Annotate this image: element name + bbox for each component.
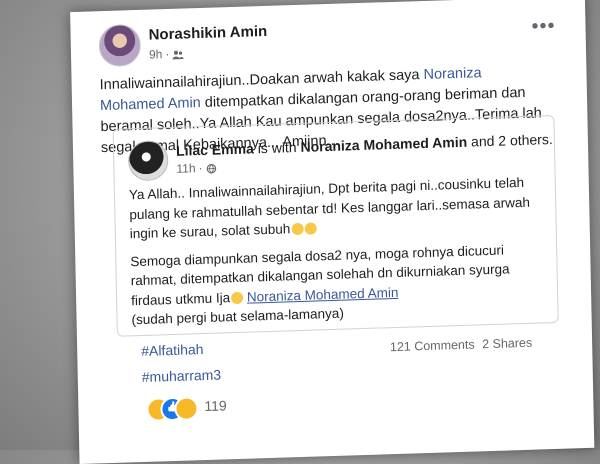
- reactions-count[interactable]: 119: [204, 397, 227, 414]
- shared-author-name[interactable]: Lilac Emma: [176, 140, 254, 158]
- tagged-name[interactable]: Noraniza Mohamed Amin: [300, 134, 467, 155]
- shared-author-avatar[interactable]: [128, 140, 169, 181]
- comments-count[interactable]: 121 Comments: [390, 338, 475, 355]
- post-header: Norashikin Amin 9h·: [98, 25, 99, 71]
- hashtag-alfatihah[interactable]: #Alfatihah: [141, 338, 221, 362]
- shared-post[interactable]: Lilac Emma is with Noraniza Mohamed Amin…: [113, 115, 559, 337]
- author-avatar[interactable]: [98, 24, 141, 67]
- hashtag-muharram3[interactable]: #muharram3: [142, 364, 222, 388]
- shared-post-time[interactable]: 11h: [176, 161, 195, 176]
- crying-emoji-icon: [231, 292, 243, 304]
- shared-post-text: Ya Allah.. Innaliwainnailahirajiun, Dpt …: [129, 172, 547, 338]
- shares-count[interactable]: 2 Shares: [482, 336, 532, 352]
- and-others-text[interactable]: and 2 others.: [467, 131, 553, 150]
- shared-para-1-text: Ya Allah.. Innaliwainnailahirajiun, Dpt …: [129, 175, 530, 241]
- hashtag-list: #Alfatihah #muharram3: [141, 338, 221, 392]
- meta-separator: ·: [165, 47, 169, 61]
- shared-para-1: Ya Allah.. Innaliwainnailahirajiun, Dpt …: [129, 172, 545, 244]
- shared-author-line: Lilac Emma is with Noraniza Mohamed Amin…: [176, 131, 553, 159]
- globe-icon: [205, 163, 217, 173]
- shared-meta-separator: ·: [198, 161, 202, 175]
- post-card: Norashikin Amin 9h· ••• Innaliwainnailah…: [70, 0, 594, 464]
- shared-post-header: Lilac Emma is with Noraniza Mohamed Amin…: [128, 141, 129, 187]
- engagement-counts: 121 Comments 2 Shares: [386, 336, 533, 355]
- shared-para-2: Semoga diampunkan segala dosa2 nya, moga…: [130, 239, 546, 330]
- sad-face-emoji-icon: [291, 223, 303, 235]
- shared-para-2-after: (sudah pergi buat selama-lamanya): [131, 306, 344, 328]
- care-icon: [174, 396, 198, 421]
- post-time[interactable]: 9h: [149, 47, 163, 61]
- author-name[interactable]: Norashikin Amin: [148, 23, 267, 44]
- shared-para-2-mention[interactable]: Noraniza Mohamed Amin: [247, 284, 399, 304]
- sad-face-emoji-icon: [304, 223, 316, 235]
- more-options-icon[interactable]: •••: [531, 15, 555, 39]
- shared-post-meta: 11h·: [176, 161, 217, 176]
- is-with-text: is with: [254, 139, 301, 156]
- post-meta: 9h·: [149, 47, 185, 62]
- friends-icon: [172, 49, 184, 59]
